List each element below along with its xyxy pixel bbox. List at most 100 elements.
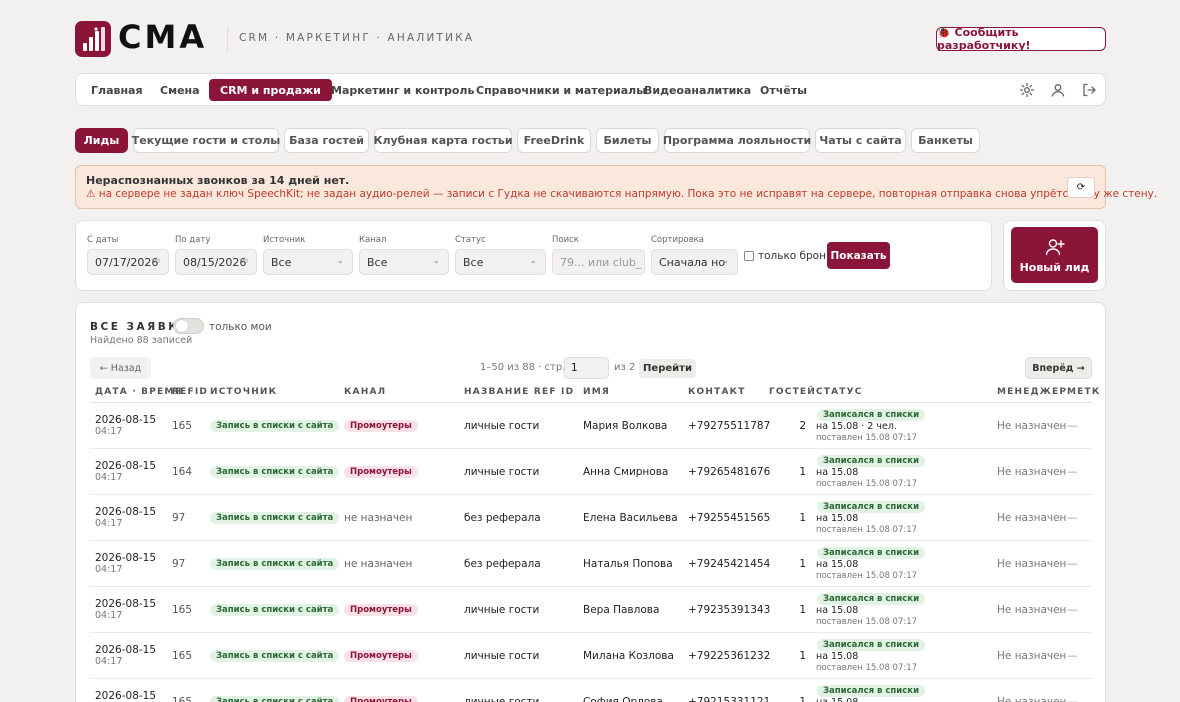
- new-lead-label: Новый лид: [1019, 260, 1090, 274]
- table-row[interactable]: 2026-08-15 04:17 164 Запись в списки с сайт…: [90, 449, 1092, 495]
- source-badge: Запись в списки с сайта: [210, 650, 340, 662]
- subtab-site-chats[interactable]: Чаты с сайта: [815, 128, 906, 153]
- row-contact[interactable]: +79225361232: [688, 650, 770, 662]
- date-to-input[interactable]: 08/15/2026 ▭: [175, 249, 257, 275]
- only-booked-checkbox[interactable]: [744, 251, 754, 261]
- row-guests: 1: [799, 650, 806, 662]
- col-manager[interactable]: МЕНЕДЖЕР: [997, 387, 1067, 397]
- col-name[interactable]: ИМЯ: [583, 387, 610, 397]
- table-row[interactable]: 2026-08-1504:17 165 Запись в списки с сайт…: [90, 679, 1092, 702]
- subtab-current-guests[interactable]: Текущие гости и столы: [132, 128, 280, 153]
- nav-item-home[interactable]: Главная: [80, 79, 154, 101]
- go-to-page-button[interactable]: Перейти: [639, 359, 696, 378]
- table-row[interactable]: 2026-08-15 04:17 97 Запись в списки с сайта…: [90, 495, 1092, 541]
- nav-item-shift[interactable]: Смена: [149, 79, 211, 101]
- col-guests[interactable]: ГОСТЕЙ: [769, 387, 816, 397]
- status-badge: Записался в списки: [817, 547, 926, 559]
- channel-badge: Промоутеры: [344, 466, 418, 478]
- col-status[interactable]: СТАТУС: [816, 387, 863, 397]
- subtab-club-card[interactable]: Клубная карта гостьи: [373, 128, 513, 153]
- refresh-button[interactable]: ⟳: [1067, 177, 1095, 198]
- subtab-loyalty[interactable]: Программа лояльности: [663, 128, 811, 153]
- col-date[interactable]: ДАТА · ВРЕМЯ: [95, 387, 183, 397]
- status-detail: на 15.08: [816, 651, 859, 662]
- gear-icon[interactable]: [1019, 82, 1035, 98]
- row-date: 2026-08-1504:17: [95, 552, 157, 576]
- source-select[interactable]: Все ⌄: [263, 249, 353, 275]
- subtab-freedrink[interactable]: FreeDrink: [517, 128, 591, 153]
- prev-page-button[interactable]: ← Назад: [90, 357, 151, 379]
- only-booked-label[interactable]: только брони: [758, 250, 833, 262]
- user-icon[interactable]: [1050, 82, 1066, 98]
- row-name: Наталья Попова: [583, 558, 673, 570]
- show-button[interactable]: Показать: [827, 242, 890, 269]
- only-mine-toggle[interactable]: [173, 318, 204, 334]
- row-contact[interactable]: +79215331121: [688, 696, 770, 702]
- col-refid[interactable]: REFID: [172, 387, 208, 397]
- status-badge: Записался в списки: [817, 593, 926, 605]
- subtab-guest-base[interactable]: База гостей: [284, 128, 369, 153]
- row-contact[interactable]: +79265481676: [688, 466, 770, 478]
- row-contact[interactable]: +79255451565: [688, 512, 770, 524]
- row-guests: 1: [799, 696, 806, 702]
- row-time: 04:17: [95, 610, 123, 621]
- warning-banner: Нераспознанных звонков за 14 дней нет. ⚠…: [75, 165, 1157, 209]
- status-badge: Записался в списки: [817, 455, 926, 467]
- nav-item-crm[interactable]: CRM и продажи: [209, 79, 332, 101]
- pager-range: 1–50 из 88 · стр.: [480, 362, 566, 373]
- row-ref-name: личные гости: [464, 696, 540, 702]
- row-name: Елена Васильева: [583, 512, 678, 524]
- next-page-button[interactable]: Вперёд →: [1025, 357, 1092, 379]
- col-tags[interactable]: МЕТК: [1067, 387, 1100, 397]
- subtab-banquets[interactable]: Банкеты: [911, 128, 980, 153]
- status-timestamp: поставлен 15.08 07:17: [816, 479, 918, 489]
- row-contact[interactable]: +79245421454: [688, 558, 770, 570]
- status-label: Статус: [455, 235, 486, 245]
- subtab-tickets[interactable]: Билеты: [596, 128, 659, 153]
- row-time: 04:17: [95, 426, 123, 437]
- row-ref-name: личные гости: [464, 650, 540, 662]
- new-lead-button[interactable]: Новый лид: [1011, 227, 1098, 283]
- row-date-value: 2026-08-15: [95, 690, 157, 702]
- date-from-input[interactable]: 07/17/2026 ▭: [87, 249, 169, 275]
- row-ref-name: без реферала: [464, 558, 541, 570]
- row-manager: Не назначен: [997, 420, 1067, 432]
- channel-select[interactable]: Все ⌄: [359, 249, 449, 275]
- col-channel[interactable]: КАНАЛ: [344, 387, 386, 397]
- logout-icon[interactable]: [1081, 82, 1097, 98]
- nav-item-marketing[interactable]: Маркетинг и контроль: [320, 79, 485, 101]
- app-logo[interactable]: [75, 21, 111, 57]
- row-time: 04:17: [95, 472, 123, 483]
- row-ref-name: личные гости: [464, 604, 540, 616]
- logo-text: CMA: [118, 18, 208, 56]
- sort-select[interactable]: Сначала но ⌄: [651, 249, 738, 275]
- chevron-down-icon: ⌄: [336, 256, 344, 266]
- col-source[interactable]: ИСТОЧНИК: [210, 387, 277, 397]
- report-bug-button[interactable]: 🐞 Сообщить разработчику!: [936, 26, 1106, 52]
- source-badge: Запись в списки с сайта: [210, 466, 340, 478]
- row-date-value: 2026-08-15: [95, 552, 157, 564]
- table-row[interactable]: 2026-08-1504:17 165 Запись в списки с сайт…: [90, 587, 1092, 633]
- row-contact[interactable]: +79275511787: [688, 420, 770, 432]
- add-user-icon: [1045, 238, 1065, 255]
- status-value: Все: [463, 255, 484, 269]
- row-contact[interactable]: +79235391343: [688, 604, 770, 616]
- table-row[interactable]: 2026-08-1504:17 165 Запись в списки с сайт…: [90, 633, 1092, 679]
- table-row[interactable]: 2026-08-15 04:17 97 Запись в списки с сайта…: [90, 541, 1092, 587]
- search-input[interactable]: 79... или club_: [552, 249, 645, 275]
- row-refid: 165: [172, 696, 193, 702]
- page-input[interactable]: 1: [564, 357, 609, 379]
- source-badge: Запись в списки с сайта: [210, 512, 340, 524]
- col-ref-name[interactable]: НАЗВАНИЕ REF ID: [464, 387, 574, 397]
- row-date-value: 2026-08-15: [95, 460, 157, 472]
- status-select[interactable]: Все ⌄: [455, 249, 546, 275]
- nav-item-video[interactable]: Видеоаналитика: [633, 79, 762, 101]
- row-manager: Не назначен: [997, 696, 1067, 702]
- nav-item-reports[interactable]: Отчёты: [749, 79, 818, 101]
- col-contact[interactable]: КОНТАКТ: [688, 387, 746, 397]
- subtab-leads[interactable]: Лиды: [75, 128, 128, 153]
- row-tags: —: [1067, 696, 1078, 702]
- nav-item-references[interactable]: Справочники и материалы: [465, 79, 657, 101]
- status-timestamp: поставлен 15.08 07:17: [816, 525, 918, 535]
- table-row[interactable]: 2026-08-1504:17 165 Запись в списки с сайт…: [90, 403, 1092, 449]
